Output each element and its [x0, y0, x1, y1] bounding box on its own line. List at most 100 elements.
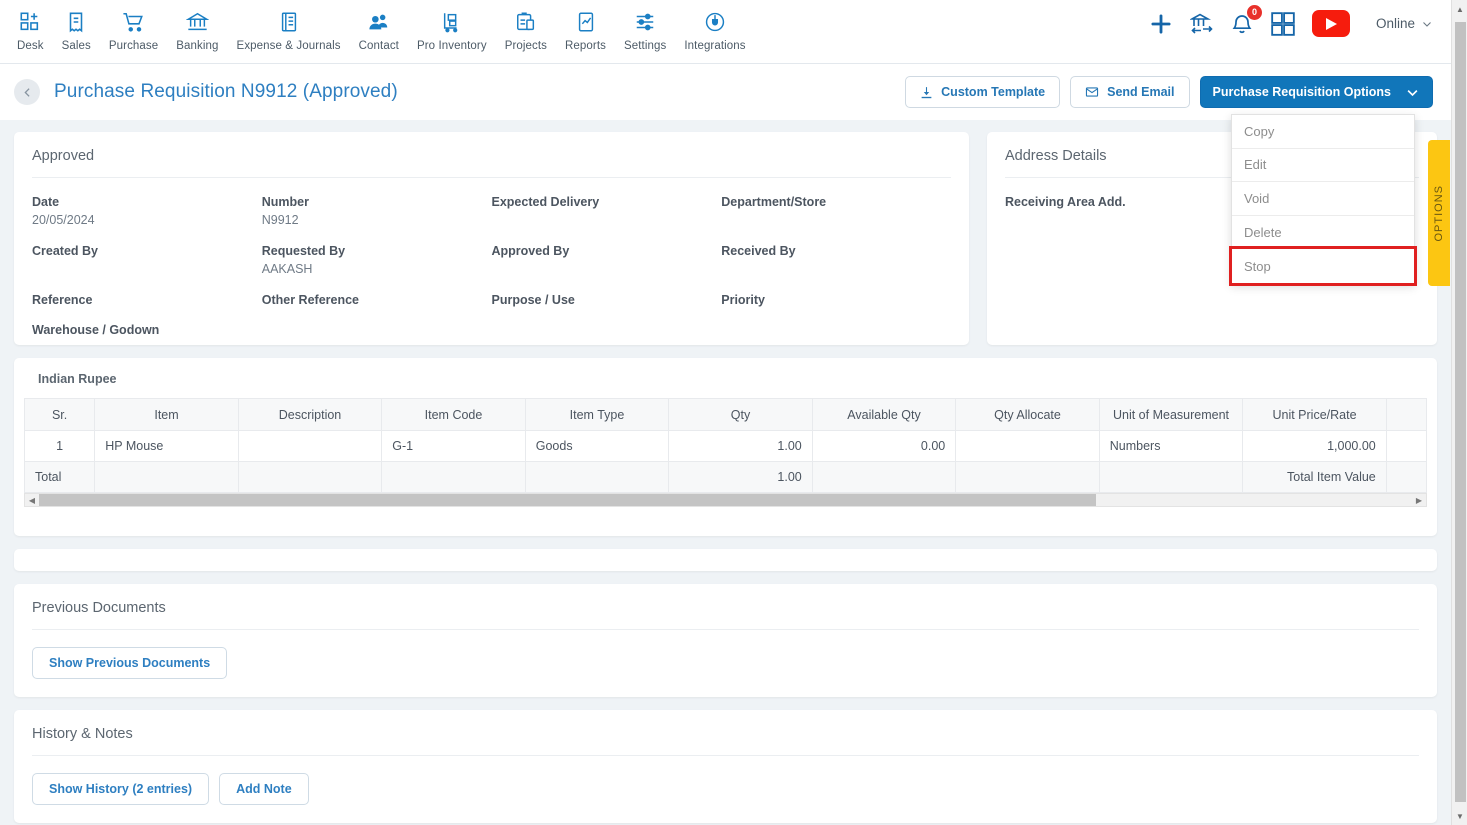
status-dropdown[interactable]: Online: [1376, 16, 1433, 31]
nav-item-purchase[interactable]: Purchase: [100, 8, 167, 52]
scrollbar-thumb[interactable]: [39, 494, 1096, 506]
scroll-up-arrow-icon[interactable]: ▲: [1452, 0, 1467, 18]
chevron-left-icon: [23, 87, 30, 97]
menu-label-delete: Delete: [1244, 224, 1282, 240]
table-row: 1 HP Mouse G-1 Goods 1.00 0.00 Numbers 1…: [23, 430, 1428, 462]
scroll-right-arrow-icon[interactable]: ▶: [1412, 496, 1426, 505]
nav-label-reports: Reports: [565, 40, 606, 52]
field-value: [721, 213, 951, 228]
youtube-icon[interactable]: [1311, 10, 1350, 37]
custom-template-button[interactable]: Custom Template: [905, 76, 1061, 108]
table-horizontal-scrollbar[interactable]: ◀ ▶: [24, 493, 1427, 507]
cell-item-type: Goods: [524, 430, 670, 462]
nav-label-integrations: Integrations: [684, 40, 746, 52]
cell-total-qty-allocate: [955, 461, 1100, 493]
nav-item-expense-journals[interactable]: Expense & Journals: [228, 8, 350, 52]
vertical-scrollbar-thumb[interactable]: [1455, 22, 1466, 802]
menu-label-copy: Copy: [1244, 123, 1275, 139]
cell-uom: Numbers: [1098, 430, 1244, 462]
field-label: Warehouse / Godown: [32, 323, 160, 337]
nav-item-reports[interactable]: Reports: [556, 8, 615, 52]
app-root: Desk Sales Purchase Banking Expense & Jo…: [0, 0, 1467, 825]
nav-item-banking[interactable]: Banking: [167, 8, 227, 52]
nav-label-contact: Contact: [358, 40, 399, 52]
options-side-tab[interactable]: OPTIONS: [1428, 140, 1450, 286]
menu-item-void[interactable]: Void: [1232, 182, 1414, 216]
cell-item-link[interactable]: HP Mouse: [94, 430, 239, 462]
add-note-button[interactable]: Add Note: [219, 773, 309, 805]
bank-transfer-icon[interactable]: [1189, 12, 1214, 36]
menu-item-edit[interactable]: Edit: [1232, 148, 1414, 183]
scroll-down-arrow-icon[interactable]: ▼: [1452, 807, 1467, 825]
col-qty[interactable]: Qty: [668, 398, 813, 431]
top-navigation-bar: Desk Sales Purchase Banking Expense & Jo…: [0, 0, 1451, 64]
menu-label-stop: Stop: [1244, 258, 1271, 274]
cell-available-qty: 0.00: [811, 430, 957, 462]
nav-item-sales[interactable]: Sales: [53, 8, 100, 52]
approved-fields-grid: Date 20/05/2024 Number N9912 Expected De…: [32, 178, 951, 337]
nav-item-integrations[interactable]: Integrations: [675, 8, 754, 52]
send-email-label: Send Email: [1107, 85, 1175, 99]
bell-icon[interactable]: 0: [1230, 4, 1262, 36]
nav-item-contact[interactable]: Contact: [350, 8, 408, 52]
history-notes-card: History & Notes Show History (2 entries)…: [14, 710, 1437, 823]
col-item[interactable]: Item: [94, 398, 239, 431]
plug-circle-icon: [704, 8, 726, 35]
col-qty-allocate[interactable]: Qty Allocate: [955, 398, 1100, 431]
scroll-left-arrow-icon[interactable]: ◀: [25, 496, 39, 505]
cell-description: [237, 430, 383, 462]
nav-item-settings[interactable]: Settings: [615, 8, 675, 52]
field-label: Expected Delivery: [491, 195, 600, 209]
nav-label-projects: Projects: [504, 40, 548, 52]
col-description[interactable]: Description: [237, 398, 383, 431]
col-extra: [1385, 398, 1428, 431]
cell-total-available-qty: [811, 461, 957, 493]
field-label: Other Reference: [261, 293, 360, 307]
col-available-qty[interactable]: Available Qty: [811, 398, 957, 431]
field-other-reference: Other Reference: [262, 293, 492, 307]
menu-item-delete[interactable]: Delete: [1232, 215, 1414, 250]
field-label: Department/Store: [721, 195, 827, 209]
nav-item-desk[interactable]: Desk: [8, 8, 53, 52]
purchase-requisition-options-button[interactable]: Purchase Requisition Options: [1199, 76, 1433, 108]
field-reference: Reference: [32, 293, 262, 307]
field-label: Requested By: [261, 244, 346, 258]
table-total-row: Total 1.00 Total Item Value: [23, 461, 1428, 493]
back-button[interactable]: [14, 79, 40, 105]
nav-item-projects[interactable]: Projects: [496, 8, 556, 52]
col-item-type[interactable]: Item Type: [524, 398, 670, 431]
cell-total-item-code: [381, 461, 526, 493]
col-unit-price-rate[interactable]: Unit Price/Rate: [1242, 398, 1387, 431]
col-sr[interactable]: Sr.: [23, 398, 96, 431]
show-previous-documents-button[interactable]: Show Previous Documents: [32, 647, 228, 679]
plus-icon[interactable]: [1148, 11, 1174, 37]
chevron-down-icon: [1423, 21, 1431, 27]
send-email-button[interactable]: Send Email: [1070, 76, 1190, 108]
field-date: Date 20/05/2024: [32, 195, 262, 228]
bank-icon: [185, 8, 209, 35]
col-item-code[interactable]: Item Code: [381, 398, 526, 431]
page-vertical-scrollbar[interactable]: ▲ ▼: [1451, 0, 1467, 825]
nav-label-settings: Settings: [624, 40, 667, 52]
col-unit-of-measurement[interactable]: Unit of Measurement: [1098, 398, 1244, 431]
top-cards-row: Approved Date 20/05/2024 Number N9912 Ex…: [14, 132, 1437, 345]
nav-item-pro-inventory[interactable]: Pro Inventory: [408, 8, 496, 52]
download-icon: [921, 86, 932, 98]
field-label: Priority: [721, 293, 766, 307]
menu-item-stop[interactable]: Stop: [1229, 246, 1417, 286]
nav-items-group: Desk Sales Purchase Banking Expense & Jo…: [0, 0, 755, 52]
nav-label-sales: Sales: [61, 40, 91, 52]
apps-grid-icon[interactable]: [1270, 11, 1296, 37]
menu-item-copy[interactable]: Copy: [1232, 115, 1414, 149]
show-history-button[interactable]: Show History (2 entries): [32, 773, 210, 805]
cell-qty-allocate: [955, 430, 1100, 462]
cell-total-description: [237, 461, 383, 493]
cell-unit-price: 1,000.00: [1242, 430, 1387, 462]
top-nav-right-group: 0 Online: [1148, 0, 1451, 37]
nav-label-desk: Desk: [17, 40, 44, 52]
field-value: AAKASH: [261, 262, 313, 276]
field-label: Purpose / Use: [491, 293, 575, 307]
history-notes-actions: Show History (2 entries) Add Note: [32, 756, 1419, 805]
field-label: Received By: [721, 244, 796, 258]
hand-truck-icon: [441, 8, 463, 35]
